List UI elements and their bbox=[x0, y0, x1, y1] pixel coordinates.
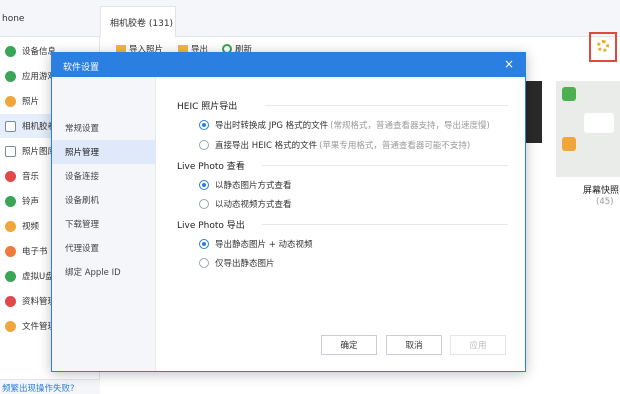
apply-button[interactable]: 应用 bbox=[450, 335, 506, 355]
music-icon bbox=[5, 170, 16, 182]
nav-photo-management[interactable]: 照片管理 bbox=[52, 140, 156, 164]
album-name: 屏幕快照 bbox=[583, 186, 620, 196]
radio-button-selected[interactable] bbox=[199, 239, 209, 249]
help-link[interactable]: 频繁出现操作失败? bbox=[2, 382, 75, 394]
nav-bind-apple-id[interactable]: 绑定 Apple ID bbox=[52, 260, 156, 284]
radio-button[interactable] bbox=[199, 140, 209, 150]
gear-icon bbox=[597, 40, 609, 52]
video-icon bbox=[5, 220, 16, 232]
section-divider bbox=[262, 165, 508, 166]
file-management-icon bbox=[5, 320, 16, 332]
ok-button[interactable]: 确定 bbox=[321, 335, 377, 355]
radio-button-selected[interactable] bbox=[199, 180, 209, 190]
nav-proxy-settings[interactable]: 代理设置 bbox=[52, 236, 156, 260]
settings-button[interactable] bbox=[589, 32, 617, 62]
album-count: (45) bbox=[596, 197, 614, 207]
option-live-view-video[interactable]: 以动态视频方式查看 bbox=[199, 198, 292, 210]
nav-download-management[interactable]: 下载管理 bbox=[52, 212, 156, 236]
photo-library-icon bbox=[5, 145, 16, 157]
section-title-live-export: Live Photo 导出 bbox=[177, 221, 245, 231]
section-title-live-view: Live Photo 查看 bbox=[177, 162, 245, 172]
photos-icon bbox=[5, 95, 16, 107]
top-bar: hone 相机胶卷 (131) bbox=[0, 0, 620, 37]
virtual-drive-icon bbox=[5, 270, 16, 282]
data-management-icon bbox=[5, 295, 16, 307]
album-cover-screenshots[interactable] bbox=[556, 81, 620, 177]
option-live-view-static[interactable]: 以静态图片方式查看 bbox=[199, 179, 292, 191]
cancel-button[interactable]: 取消 bbox=[386, 335, 442, 355]
screenshot-content bbox=[584, 113, 614, 133]
dialog-title-bar: 软件设置 × bbox=[52, 53, 525, 77]
app-icon bbox=[562, 87, 576, 101]
device-name: hone bbox=[2, 14, 25, 24]
tab-camera-roll[interactable]: 相机胶卷 (131) bbox=[100, 6, 176, 37]
device-info-icon bbox=[5, 45, 16, 57]
nav-device-flash[interactable]: 设备刷机 bbox=[52, 188, 156, 212]
settings-dialog: 软件设置 × 常规设置 照片管理 设备连接 设备刷机 下载管理 代理设置 绑定 … bbox=[51, 52, 526, 372]
radio-button-selected[interactable] bbox=[199, 120, 209, 130]
section-divider bbox=[262, 224, 508, 225]
radio-button[interactable] bbox=[199, 258, 209, 268]
option-live-export-static[interactable]: 仅导出静态图片 bbox=[199, 257, 275, 269]
ringtone-icon bbox=[5, 195, 16, 207]
option-heic-export-raw[interactable]: 直接导出 HEIC 格式的文件 (苹果专用格式，普通查看器可能不支持) bbox=[199, 139, 470, 151]
option-live-export-both[interactable]: 导出静态图片 + 动态视频 bbox=[199, 238, 313, 250]
dialog-title: 软件设置 bbox=[63, 63, 100, 73]
section-title-heic: HEIC 照片导出 bbox=[177, 102, 238, 112]
section-divider bbox=[265, 105, 508, 106]
ebook-icon bbox=[5, 245, 16, 257]
camera-roll-icon bbox=[5, 120, 16, 132]
app-icon bbox=[562, 137, 576, 151]
sidebar-footer: 频繁出现操作失败? bbox=[0, 379, 100, 394]
photo-thumbnail[interactable] bbox=[524, 81, 542, 143]
close-icon[interactable]: × bbox=[504, 57, 514, 71]
nav-general-settings[interactable]: 常规设置 bbox=[52, 116, 156, 140]
settings-nav: 常规设置 照片管理 设备连接 设备刷机 下载管理 代理设置 绑定 Apple I… bbox=[52, 77, 156, 371]
radio-button[interactable] bbox=[199, 199, 209, 209]
nav-device-connection[interactable]: 设备连接 bbox=[52, 164, 156, 188]
option-heic-convert-jpg[interactable]: 导出时转换成 JPG 格式的文件 (常规格式，普通查看器支持，导出速度慢) bbox=[199, 119, 490, 131]
apps-icon bbox=[5, 70, 16, 82]
